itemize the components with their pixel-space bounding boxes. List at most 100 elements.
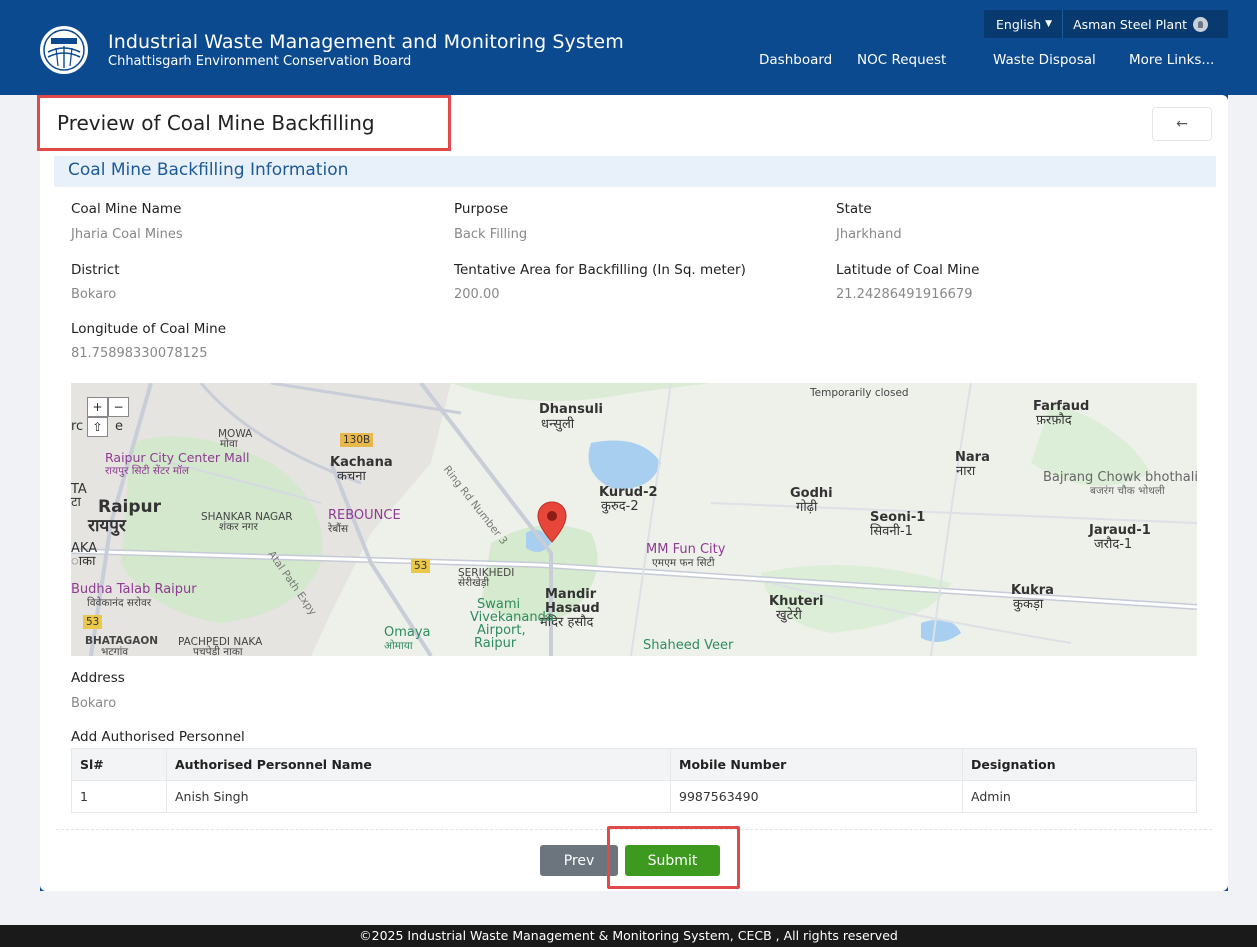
location-map[interactable]: Dhansuli धन्सुली Temporarily closed Farf… (71, 383, 1197, 656)
map-label-kachana: Kachana (330, 455, 393, 470)
language-label: English (996, 16, 1042, 32)
map-label-dhansuli-hi: धन्सुली (541, 417, 575, 432)
map-location-pin-icon[interactable] (536, 500, 568, 546)
area-label: Tentative Area for Backfilling (In Sq. m… (454, 262, 746, 278)
map-label-bajrang-chowk-hi: बजरंग चौक भोथली (1090, 485, 1165, 497)
footer: ©2025 Industrial Waste Management & Moni… (0, 925, 1257, 947)
map-shield-130b: 130B (340, 433, 374, 447)
map-label-shaheed-veer: Shaheed Veer (643, 638, 734, 653)
nav-waste-disposal[interactable]: Waste Disposal (993, 52, 1096, 68)
longitude-label: Longitude of Coal Mine (71, 321, 226, 337)
area-value: 200.00 (454, 287, 500, 302)
map-label-rc-fragment: rc (71, 419, 84, 434)
map-label-rebounce-hi: रेबौंस (328, 523, 349, 535)
page-background-right (1228, 95, 1257, 891)
column-header-designation: Designation (962, 748, 1197, 781)
map-label-seoni-hi: सिवनी-1 (870, 524, 913, 539)
authorised-personnel-table: Sl# Authorised Personnel Name Mobile Num… (71, 748, 1197, 813)
district-value: Bokaro (71, 287, 117, 302)
map-label-raipur-city-center: Raipur City Center Mall (105, 450, 250, 465)
app-header: Industrial Waste Management and Monitori… (0, 0, 1257, 95)
map-label-bhatagaon-hi: भटगांव (101, 646, 129, 656)
longitude-value: 81.75898330078125 (71, 346, 208, 361)
address-label: Address (71, 670, 125, 686)
app-subtitle: Chhattisgarh Environment Conservation Bo… (108, 54, 412, 69)
arrow-left-icon: ← (1176, 116, 1188, 132)
map-label-ta-hi: टा (71, 495, 81, 510)
map-label-kachana-hi: कचना (337, 469, 366, 484)
map-shield-53: 53 (411, 559, 431, 573)
map-zoom-controls: + − ⇧ (87, 397, 129, 437)
map-label-mm-fun-city-hi: एमएम फन सिटी (652, 557, 715, 569)
section-header: Coal Mine Backfilling Information (54, 156, 1216, 187)
nav-dashboard[interactable]: Dashboard (759, 52, 832, 68)
coal-mine-name-label: Coal Mine Name (71, 201, 182, 217)
map-label-kukra-hi: कुकड़ा (1013, 597, 1044, 612)
map-label-khuteri-hi: खुटेरी (776, 608, 802, 623)
purpose-value: Back Filling (454, 227, 528, 242)
page-title: Preview of Coal Mine Backfilling (57, 111, 375, 135)
state-value: Jharkhand (836, 227, 902, 242)
latitude-value: 21.24286491916679 (836, 287, 973, 302)
user-name: Asman Steel Plant (1073, 16, 1188, 32)
cell-name: Anish Singh (166, 780, 671, 813)
map-label-omaya: Omaya (384, 625, 431, 640)
cell-designation: Admin (962, 780, 1197, 813)
plus-icon: + (92, 400, 103, 414)
reset-arrow-icon: ⇧ (92, 420, 103, 434)
column-header-sl: Sl# (71, 748, 167, 781)
map-label-budha-talab-hi: विवेकानंद सरोवर (87, 597, 152, 609)
language-selector[interactable]: English ▼ (984, 10, 1064, 38)
app-title: Industrial Waste Management and Monitori… (108, 31, 624, 53)
back-button[interactable]: ← (1152, 107, 1212, 141)
map-label-seoni: Seoni-1 (870, 510, 926, 525)
address-value: Bokaro (71, 696, 117, 711)
table-row: 1 Anish Singh 9987563490 Admin (71, 780, 1197, 813)
reset-view-button[interactable]: ⇧ (87, 417, 108, 437)
authorised-personnel-label: Add Authorised Personnel (71, 729, 245, 745)
cecb-logo (40, 26, 88, 74)
map-label-mandir: Mandir (545, 587, 597, 602)
cell-mobile: 9987563490 (670, 780, 963, 813)
user-menu[interactable]: Asman Steel Plant (1063, 16, 1216, 32)
nav-noc-request[interactable]: NOC Request (857, 52, 946, 68)
nav-more-links[interactable]: More Links... (1129, 52, 1214, 68)
map-label-raipur-hi: रायपुर (88, 516, 126, 536)
map-label-shankar-nagar-hi: शंकर नगर (219, 521, 258, 533)
column-header-mobile: Mobile Number (670, 748, 963, 781)
map-label-nara-hi: नारा (956, 464, 976, 479)
top-utility-bar: English ▼ Asman Steel Plant (984, 10, 1228, 38)
map-label-dhansuli: Dhansuli (539, 402, 603, 417)
zoom-in-button[interactable]: + (87, 397, 108, 417)
minus-icon: − (113, 400, 124, 414)
zoom-out-button[interactable]: − (108, 397, 129, 417)
page-background (0, 95, 40, 891)
map-label-bajrang-chowk: Bajrang Chowk bhothali (1043, 470, 1197, 485)
map-label-kurud: Kurud-2 (599, 485, 658, 500)
map-label-omaya-hi: ओमाया (384, 640, 413, 652)
district-label: District (71, 262, 120, 278)
map-label-jaraud: Jaraud-1 (1089, 523, 1151, 538)
map-label-raipur: Raipur (98, 497, 162, 517)
coal-mine-name-value: Jharia Coal Mines (71, 227, 183, 242)
map-label-nara: Nara (955, 450, 990, 465)
map-label-rebounce: REBOUNCE (328, 508, 401, 523)
column-header-name: Authorised Personnel Name (166, 748, 671, 781)
map-label-airport-raipur: Raipur (474, 636, 517, 651)
map-label-godhi-hi: गोढ़ी (796, 500, 818, 515)
map-label-temporarily-closed: Temporarily closed (810, 387, 909, 399)
cell-sl: 1 (71, 780, 167, 813)
table-header-row: Sl# Authorised Personnel Name Mobile Num… (71, 748, 1197, 781)
map-label-raipur-city-center-hi: रायपुर सिटी सेंटर मॉल (105, 465, 190, 477)
map-label-serikhedi-hi: सेरीखेड़ी (458, 577, 490, 589)
map-label-aka-hi: ाका (71, 554, 96, 569)
map-shield-53-west: 53 (83, 615, 103, 629)
page-background-bottom (0, 891, 1257, 925)
map-label-kurud-hi: कुरुद-2 (601, 499, 639, 514)
map-label-kukra: Kukra (1011, 583, 1054, 598)
map-label-jaraud-hi: जरौद-1 (1094, 537, 1133, 552)
map-label-farfaud-hi: फ़रफ़ौद (1036, 413, 1072, 428)
chevron-down-icon: ▼ (1045, 19, 1053, 29)
map-label-khuteri: Khuteri (769, 594, 824, 609)
map-label-budha-talab: Budha Talab Raipur (71, 582, 197, 597)
